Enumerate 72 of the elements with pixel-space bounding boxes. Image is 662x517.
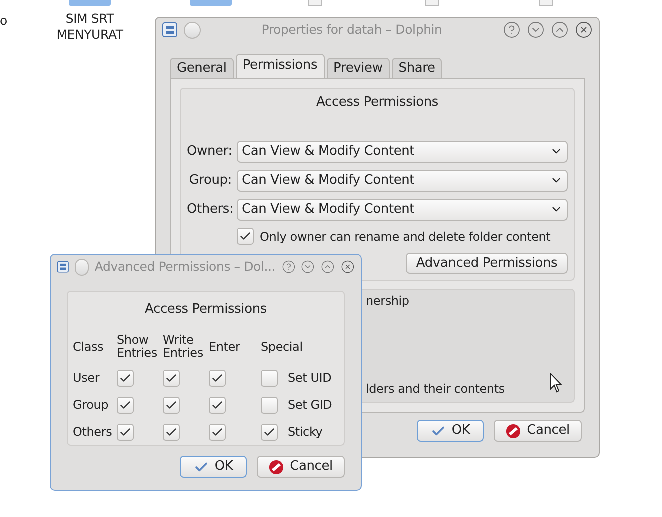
checkbox[interactable] xyxy=(117,397,134,414)
help-icon[interactable] xyxy=(282,258,296,276)
permission-dropdown[interactable]: Can View & Modify Content xyxy=(237,140,568,162)
help-icon[interactable] xyxy=(503,21,521,39)
checkmark-icon xyxy=(119,372,132,385)
checkbox-label[interactable]: Set GID xyxy=(288,399,332,412)
checkmark-icon xyxy=(165,426,178,439)
tab[interactable]: Share xyxy=(392,58,442,78)
row-label: Others xyxy=(73,426,114,439)
no-entry-icon xyxy=(269,460,284,474)
advanced-permissions-button[interactable]: Advanced Permissions xyxy=(406,252,568,274)
checkmark-icon xyxy=(119,426,132,439)
tab[interactable]: Preview xyxy=(326,58,390,78)
desktop-icon-label[interactable]: o xyxy=(0,12,8,31)
column-header: Enter xyxy=(209,340,242,354)
checkbox[interactable] xyxy=(117,424,134,441)
group-title: Access Permissions xyxy=(145,302,267,317)
checkmark-icon xyxy=(211,372,224,385)
checkbox[interactable] xyxy=(163,397,180,414)
maximize-icon[interactable] xyxy=(551,21,569,39)
checkmark-icon xyxy=(239,230,252,243)
mouse-cursor-icon xyxy=(550,373,563,394)
maximize-icon[interactable] xyxy=(321,258,336,276)
checkbox[interactable] xyxy=(163,370,180,387)
checkbox[interactable] xyxy=(209,397,226,414)
row-label: User xyxy=(73,372,101,385)
checkbox-label[interactable]: Set UID xyxy=(288,372,332,385)
checkmark-icon xyxy=(211,426,224,439)
no-entry-icon xyxy=(506,424,522,438)
checkbox[interactable] xyxy=(117,370,134,387)
column-header: Class xyxy=(73,340,105,354)
close-icon[interactable] xyxy=(575,21,593,39)
field-label: Group: xyxy=(188,172,232,190)
ok-button[interactable]: OK xyxy=(417,420,484,442)
field-label: Owner: xyxy=(187,142,232,161)
window-app-icon[interactable] xyxy=(162,22,178,38)
permission-dropdown[interactable]: Can View & Modify Content xyxy=(237,198,568,220)
row-label: Group xyxy=(73,399,110,412)
checkmark-icon xyxy=(165,399,178,412)
tab[interactable]: General xyxy=(170,58,234,78)
checkmark-icon xyxy=(211,399,224,412)
ok-button[interactable]: OK xyxy=(180,456,247,478)
checkbox-label[interactable]: Sticky xyxy=(288,426,323,439)
group-title: Access Permissions xyxy=(316,94,440,112)
checkmark-icon xyxy=(165,372,178,385)
permission-dropdown[interactable]: Can View & Modify Content xyxy=(237,170,568,192)
checkbox[interactable] xyxy=(163,424,180,441)
column-header: Special xyxy=(261,340,304,354)
checkbox-label[interactable]: Only owner can rename and delete folder content xyxy=(260,228,551,246)
checkbox[interactable] xyxy=(261,397,278,414)
close-icon[interactable] xyxy=(341,258,356,276)
checkbox[interactable] xyxy=(261,424,278,441)
minimize-icon[interactable] xyxy=(527,21,545,39)
checkbox[interactable] xyxy=(209,424,226,441)
column-header: Show Entries xyxy=(117,334,158,360)
checkmark-icon xyxy=(119,399,132,412)
column-header: Write Entries xyxy=(163,334,204,360)
window-title: Advanced Permissions – Dol... xyxy=(94,258,276,276)
window-title: Properties for datah – Dolphin xyxy=(260,20,444,39)
minimize-icon[interactable] xyxy=(301,258,316,276)
checkmark-icon xyxy=(263,426,276,439)
desktop-icon-label[interactable]: SIM SRT MENYURAT xyxy=(45,11,135,43)
checkbox[interactable] xyxy=(237,228,254,245)
tab[interactable]: Permissions xyxy=(236,54,325,78)
checkbox-label: lders and their contents xyxy=(366,381,505,398)
cancel-button[interactable]: Cancel xyxy=(257,456,345,478)
field-label: Others: xyxy=(187,200,232,219)
cancel-button[interactable]: Cancel xyxy=(494,420,582,442)
window-app-icon[interactable] xyxy=(57,259,70,275)
group-title: nership xyxy=(366,292,410,310)
checkbox[interactable] xyxy=(209,370,226,387)
checkbox[interactable] xyxy=(261,370,278,387)
